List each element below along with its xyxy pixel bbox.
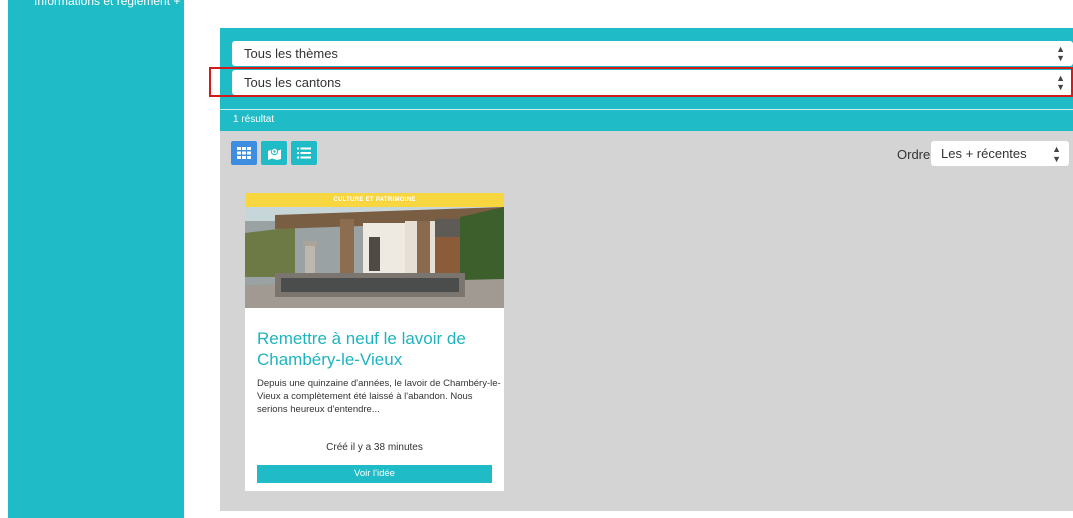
theme-select[interactable]: Tous les thèmes ▲ ▼ bbox=[232, 41, 1073, 66]
canton-select-value: Tous les cantons bbox=[244, 75, 341, 90]
divider bbox=[220, 109, 1073, 110]
select-arrows-icon: ▲ ▼ bbox=[1056, 43, 1065, 63]
card-category-tag: CULTURE ET PATRIMOINE bbox=[245, 193, 504, 207]
list-icon bbox=[297, 147, 311, 159]
order-select-value: Les + récentes bbox=[941, 146, 1027, 161]
map-icon bbox=[267, 147, 281, 160]
filters-panel: Tous les thèmes ▲ ▼ Tous les cantons ▲ ▼ 1… bbox=[220, 28, 1073, 131]
list-view-button[interactable] bbox=[291, 141, 317, 165]
results-area: Ordre Les + récentes ▲ ▼ CULTURE ET PATRI… bbox=[220, 131, 1073, 511]
order-label: Ordre bbox=[897, 147, 931, 162]
sidebar-info-link[interactable]: Informations et règlement + bbox=[34, 0, 180, 8]
select-arrows-icon: ▲ ▼ bbox=[1056, 72, 1065, 92]
card-title[interactable]: Remettre à neuf le lavoir de Chambéry-le… bbox=[257, 328, 497, 370]
result-count: 1 résultat bbox=[233, 114, 275, 125]
order-select[interactable]: Les + récentes ▲ ▼ bbox=[931, 141, 1069, 166]
grid-view-button[interactable] bbox=[231, 141, 257, 165]
card-photo bbox=[245, 207, 504, 308]
grid-icon bbox=[237, 147, 251, 159]
theme-select-value: Tous les thèmes bbox=[244, 46, 338, 61]
select-arrows-icon: ▲ ▼ bbox=[1052, 143, 1061, 164]
sidebar: Informations et règlement + bbox=[8, 0, 184, 518]
card-created-time: Créé il y a 38 minutes bbox=[326, 442, 423, 453]
card-description: Depuis une quinzaine d'années, le lavoir… bbox=[257, 378, 501, 415]
idea-card[interactable]: CULTURE ET PATRIMOINE Remettre à neuf le… bbox=[245, 193, 504, 491]
view-idea-button[interactable]: Voir l'idée bbox=[257, 465, 492, 483]
map-view-button[interactable] bbox=[261, 141, 287, 165]
canton-select[interactable]: Tous les cantons ▲ ▼ bbox=[232, 70, 1073, 95]
